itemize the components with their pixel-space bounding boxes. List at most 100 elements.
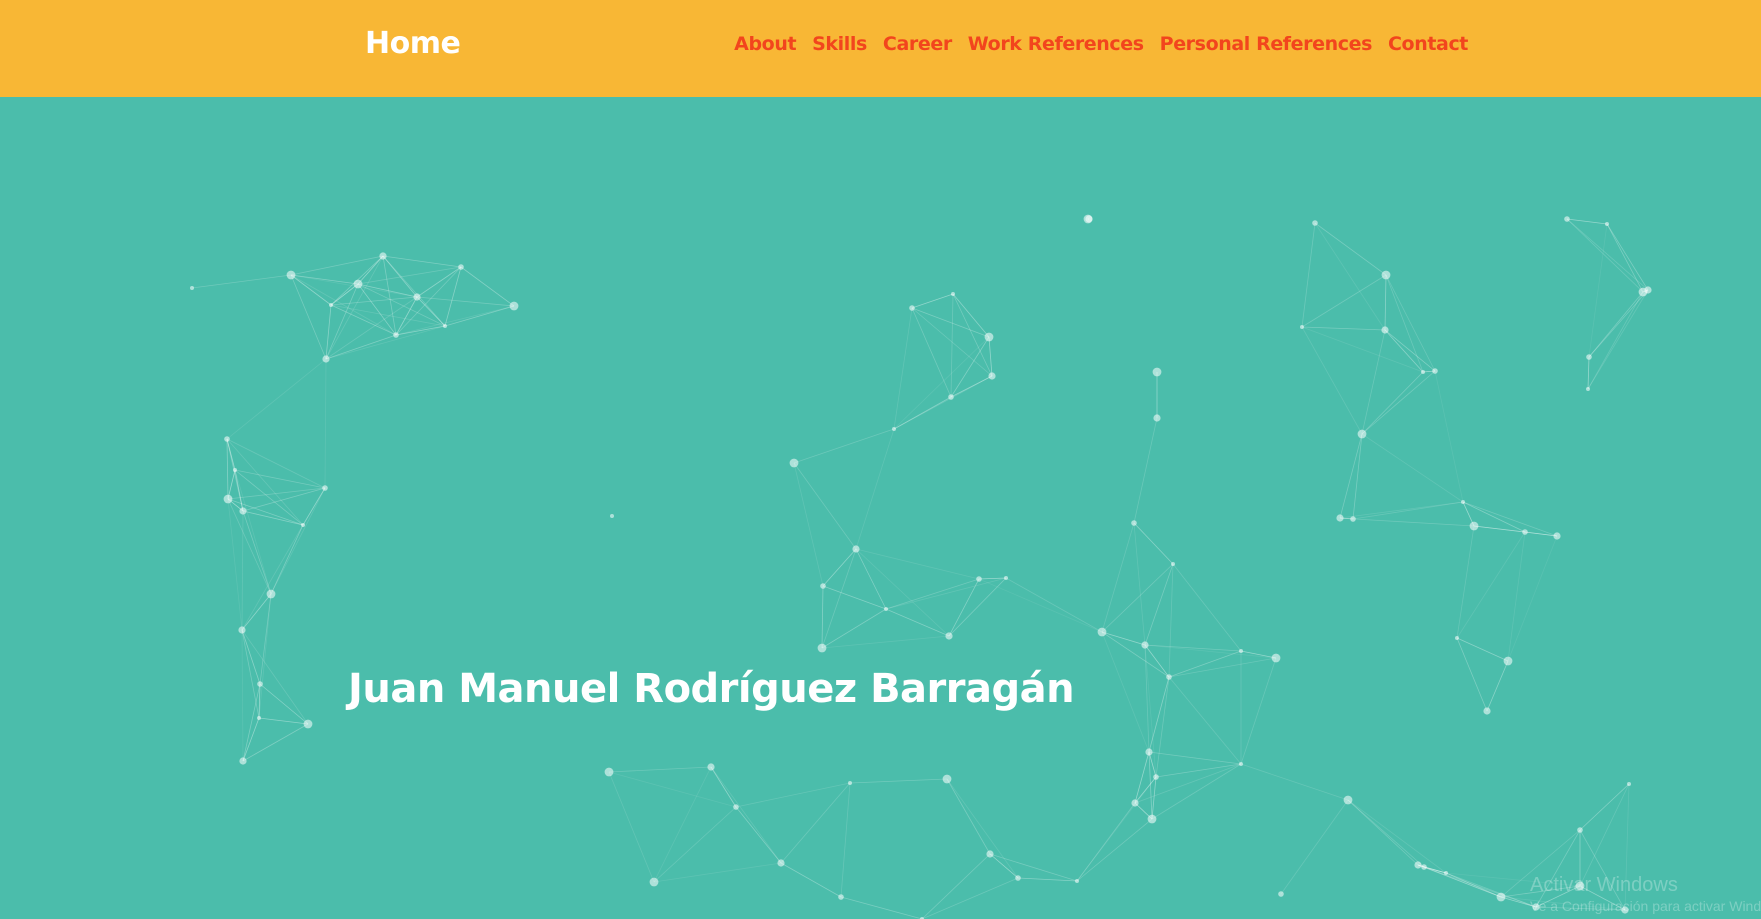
network-line xyxy=(416,296,515,307)
network-line xyxy=(653,862,782,883)
network-node xyxy=(393,332,399,338)
network-line xyxy=(1434,370,1464,503)
network-lines xyxy=(191,218,1649,919)
network-line xyxy=(893,307,913,430)
watermark-title: Activar Windows xyxy=(1530,874,1678,896)
network-line xyxy=(911,307,990,338)
nav-link-about[interactable]: About xyxy=(734,33,796,55)
network-node xyxy=(948,394,954,400)
network-line xyxy=(793,428,895,464)
network-node xyxy=(322,485,328,491)
nav-link-skills[interactable]: Skills xyxy=(812,33,867,55)
network-node xyxy=(1357,429,1367,439)
network-line xyxy=(1347,799,1425,868)
network-line xyxy=(270,524,304,595)
network-line xyxy=(1280,799,1349,895)
network-node xyxy=(1312,220,1318,226)
network-line xyxy=(653,766,712,883)
network-node xyxy=(1131,520,1137,526)
network-line xyxy=(382,255,462,268)
network-nodes xyxy=(190,214,1652,919)
network-line xyxy=(330,296,418,306)
home-link[interactable]: Home xyxy=(365,26,461,61)
network-node xyxy=(413,293,421,301)
network-line xyxy=(1101,522,1135,633)
network-line xyxy=(946,778,1019,879)
nav-link-contact[interactable]: Contact xyxy=(1388,33,1468,55)
network-line xyxy=(1462,501,1558,537)
network-line xyxy=(1240,650,1277,659)
network-line xyxy=(1144,644,1277,659)
network-node xyxy=(1586,354,1592,360)
network-line xyxy=(1151,776,1157,820)
nav-link-work-references[interactable]: Work References xyxy=(968,33,1144,55)
network-line xyxy=(227,469,236,500)
network-line xyxy=(226,358,327,440)
network-node xyxy=(884,607,888,611)
network-line xyxy=(1566,218,1644,293)
network-line xyxy=(241,629,244,762)
network-line xyxy=(270,487,326,595)
network-line xyxy=(946,778,991,855)
network-node xyxy=(1469,521,1479,531)
network-node xyxy=(190,286,194,290)
network-line xyxy=(242,723,309,762)
network-node xyxy=(303,719,313,729)
network-node xyxy=(733,804,739,810)
network-line xyxy=(241,524,304,631)
network-node xyxy=(852,545,860,553)
network-node xyxy=(1271,653,1281,663)
network-node xyxy=(1414,861,1422,869)
network-node xyxy=(789,458,799,468)
network-node xyxy=(1496,892,1506,902)
network-line xyxy=(1101,563,1174,633)
network-line xyxy=(227,498,243,631)
network-node xyxy=(1166,674,1172,680)
network-node xyxy=(353,279,363,289)
network-node xyxy=(848,781,852,785)
network-node xyxy=(329,303,333,307)
nav-link-personal-references[interactable]: Personal References xyxy=(1160,33,1373,55)
network-node xyxy=(1644,286,1652,294)
network-node xyxy=(1141,641,1149,649)
network-node xyxy=(1085,215,1093,223)
network-line xyxy=(821,585,824,649)
network-line xyxy=(1301,326,1386,331)
network-node xyxy=(1421,864,1427,870)
network-line xyxy=(1101,631,1170,678)
network-line xyxy=(921,877,1019,919)
network-node xyxy=(1586,387,1590,391)
network-node xyxy=(223,494,233,504)
network-line xyxy=(989,853,1078,882)
network-line xyxy=(382,255,446,327)
network-node xyxy=(1553,532,1561,540)
network-node xyxy=(266,589,276,599)
nav-link-career[interactable]: Career xyxy=(883,33,952,55)
network-line xyxy=(840,896,923,919)
network-line xyxy=(885,608,950,637)
network-line xyxy=(1301,222,1316,328)
network-line xyxy=(1172,563,1242,652)
top-navbar: Home About Skills Career Work References… xyxy=(0,0,1761,97)
network-node xyxy=(238,626,246,634)
network-line xyxy=(1473,525,1526,533)
network-line xyxy=(234,469,272,595)
network-line xyxy=(1579,783,1630,887)
network-line xyxy=(234,469,244,512)
network-line xyxy=(821,548,857,649)
network-node xyxy=(379,252,387,260)
network-line xyxy=(1168,657,1277,678)
network-node xyxy=(1152,367,1162,377)
network-line xyxy=(1076,802,1136,882)
network-node xyxy=(986,850,994,858)
network-line xyxy=(325,325,446,360)
network-line xyxy=(1588,289,1649,358)
network-node xyxy=(838,894,844,900)
network-node xyxy=(1075,879,1079,883)
network-line xyxy=(325,334,397,360)
network-line xyxy=(1456,525,1475,639)
network-node xyxy=(1278,891,1284,897)
network-line xyxy=(1144,644,1150,753)
network-line xyxy=(241,629,309,725)
network-node xyxy=(988,372,996,380)
